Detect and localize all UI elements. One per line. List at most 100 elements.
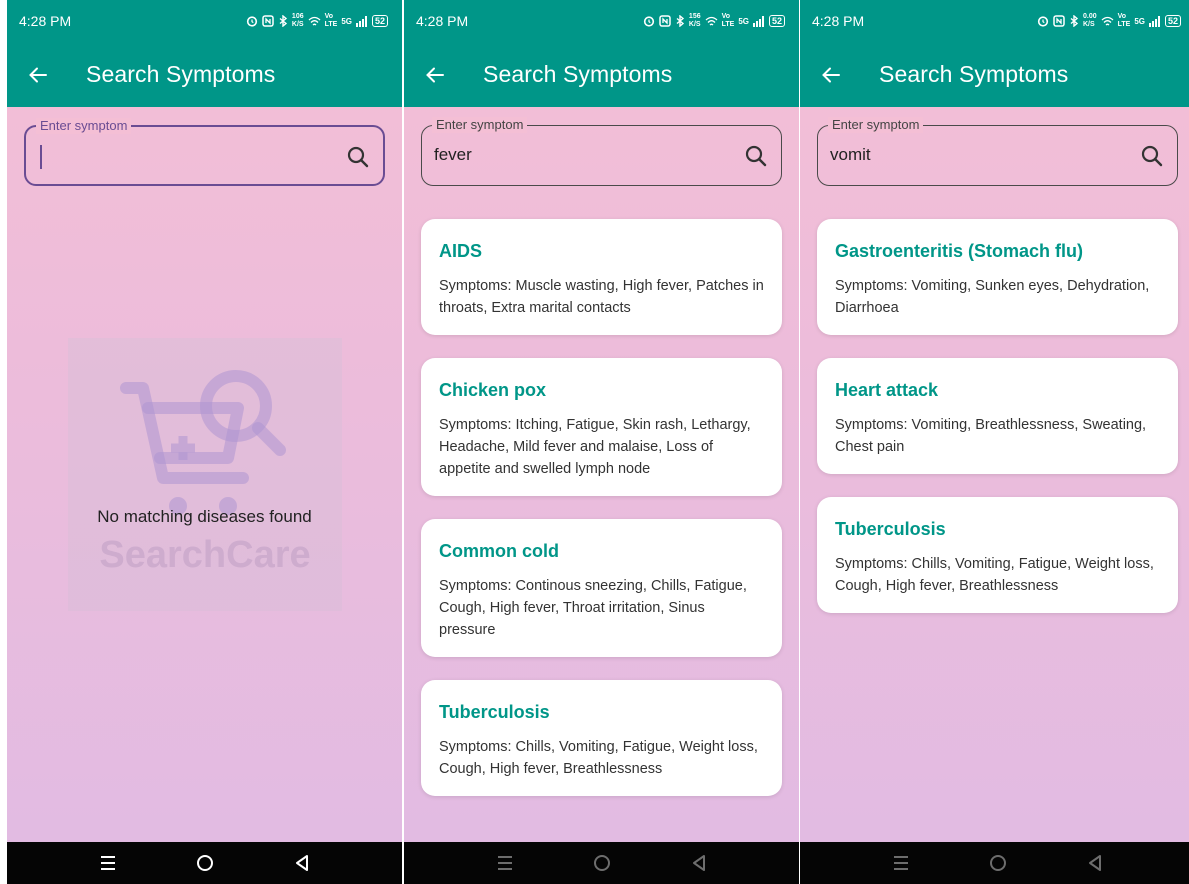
alarm-icon: [1037, 16, 1049, 27]
search-field-label: Enter symptom: [432, 117, 528, 133]
menu-icon: [893, 856, 908, 870]
disease-card[interactable]: Common cold Symptoms: Continous sneezing…: [421, 519, 782, 657]
app-bar: Search Symptoms: [7, 42, 402, 107]
nav-home-button[interactable]: [582, 843, 622, 883]
status-time: 4:28 PM: [812, 13, 865, 29]
volte-bottom: LTE: [721, 21, 735, 28]
signal-bars-icon: [355, 15, 367, 27]
app-bar: Search Symptoms: [800, 42, 1189, 107]
menu-icon: [100, 856, 115, 870]
system-nav-bar: [7, 842, 402, 884]
network-speed-value: 106: [291, 13, 304, 20]
status-time: 4:28 PM: [19, 13, 72, 29]
disease-card[interactable]: Tuberculosis Symptoms: Chills, Vomiting,…: [817, 497, 1178, 613]
disease-card[interactable]: Tuberculosis Symptoms: Chills, Vomiting,…: [421, 680, 782, 796]
back-button[interactable]: [800, 42, 862, 107]
symptom-search-input[interactable]: [434, 140, 724, 170]
network-speed-value: 0.00: [1082, 13, 1097, 20]
nfc-icon: [1053, 15, 1065, 27]
back-button[interactable]: [404, 42, 466, 107]
disease-symptoms: Symptoms: Chills, Vomiting, Fatigue, Wei…: [439, 739, 758, 777]
signal-type: 5G: [341, 16, 352, 26]
bluetooth-icon: [279, 15, 288, 27]
disease-name: AIDS: [439, 241, 483, 261]
phone-screen-fever-results: 4:28 PM 156 K/S Vo LTE 5G 52 Search Sympto…: [404, 0, 799, 884]
search-field-label: Enter symptom: [36, 118, 132, 134]
disease-card[interactable]: AIDS Symptoms: Muscle wasting, High feve…: [421, 219, 782, 335]
disease-name: Chicken pox: [439, 380, 547, 400]
disease-symptoms: Symptoms: Vomiting, Breathlessness, Swea…: [835, 417, 1147, 455]
battery-icon: 52: [371, 15, 388, 27]
disease-symptoms: Symptoms: Vomiting, Sunken eyes, Dehydra…: [835, 278, 1150, 316]
disease-card[interactable]: Chicken pox Symptoms: Itching, Fatigue, …: [421, 358, 782, 496]
network-speed: 0.00 K/S: [1083, 13, 1097, 29]
back-triangle-icon: [1088, 855, 1101, 871]
search-icon[interactable]: [345, 144, 371, 170]
network-speed-unit: K/S: [1082, 21, 1095, 28]
nav-home-button[interactable]: [978, 843, 1018, 883]
disease-symptoms: Symptoms: Continous sneezing, Chills, Fa…: [439, 578, 747, 638]
app-logo-watermark: SearchCare: [68, 338, 342, 611]
symptom-search-field[interactable]: Enter symptom: [24, 118, 385, 186]
alarm-icon: [643, 16, 655, 27]
phone-screen-vomit-results: 4:28 PM 0.00 K/S Vo LTE 5G 52 Search Sympt…: [800, 0, 1189, 884]
disease-card[interactable]: Heart attack Symptoms: Vomiting, Breathl…: [817, 358, 1178, 474]
network-speed: 156 K/S: [689, 13, 701, 29]
nav-back-button[interactable]: [1075, 843, 1115, 883]
home-circle-icon: [196, 855, 213, 871]
home-circle-icon: [989, 855, 1006, 871]
arrow-left-icon: [29, 67, 47, 82]
disease-card[interactable]: Gastroenteritis (Stomach flu) Symptoms: …: [817, 219, 1178, 335]
symptom-search-field[interactable]: Enter symptom: [817, 117, 1178, 186]
home-circle-icon: [593, 855, 610, 871]
battery-icon: 52: [1164, 15, 1181, 27]
disease-symptoms: Symptoms: Itching, Fatigue, Skin rash, L…: [439, 417, 751, 477]
page-title: Search Symptoms: [483, 61, 673, 87]
status-bar: 4:28 PM 0.00 K/S Vo LTE 5G 52: [800, 0, 1189, 42]
volte-indicator: Vo LTE: [722, 13, 735, 29]
status-icons: 106 K/S Vo LTE 5G 52: [246, 13, 388, 29]
search-icon[interactable]: [1139, 143, 1165, 169]
search-icon[interactable]: [743, 143, 769, 169]
bluetooth-icon: [676, 15, 685, 27]
search-field-label: Enter symptom: [828, 117, 924, 133]
nav-menu-button[interactable]: [485, 843, 525, 883]
system-nav-bar: [404, 842, 799, 884]
network-speed-unit: K/S: [688, 21, 701, 28]
symptom-search-field[interactable]: Enter symptom: [421, 117, 782, 186]
disease-name: Gastroenteritis (Stomach flu): [835, 241, 1084, 261]
system-nav-bar: [800, 842, 1189, 884]
symptom-search-input[interactable]: [38, 141, 328, 171]
status-bar: 4:28 PM 156 K/S Vo LTE 5G 52: [404, 0, 799, 42]
signal-bars-icon: [752, 15, 764, 27]
nav-home-button[interactable]: [185, 843, 225, 883]
nav-menu-button[interactable]: [881, 843, 921, 883]
symptom-search-input[interactable]: [830, 140, 1120, 170]
volte-bottom: LTE: [324, 21, 338, 28]
status-icons: 156 K/S Vo LTE 5G 52: [643, 13, 785, 29]
watermark-text: SearchCare: [99, 534, 311, 576]
arrow-left-icon: [426, 67, 444, 82]
volte-top: Vo: [1117, 13, 1127, 20]
nfc-icon: [659, 15, 671, 27]
nav-back-button[interactable]: [282, 843, 322, 883]
wifi-icon: [308, 16, 321, 25]
network-speed-value: 156: [688, 13, 701, 20]
network-speed-unit: K/S: [291, 21, 304, 28]
status-time: 4:28 PM: [416, 13, 469, 29]
app-bar: Search Symptoms: [404, 42, 799, 107]
disease-name: Heart attack: [835, 380, 939, 400]
disease-name: Tuberculosis: [835, 519, 946, 539]
nav-back-button[interactable]: [679, 843, 719, 883]
page-title: Search Symptoms: [86, 61, 276, 87]
disease-name: Common cold: [439, 541, 559, 561]
signal-type: 5G: [738, 16, 749, 26]
disease-name: Tuberculosis: [439, 702, 550, 722]
alarm-icon: [246, 16, 258, 27]
back-button[interactable]: [7, 42, 69, 107]
volte-top: Vo: [324, 13, 334, 20]
status-bar: 4:28 PM 106 K/S Vo LTE 5G 52: [7, 0, 402, 42]
volte-top: Vo: [721, 13, 731, 20]
volte-indicator: Vo LTE: [1118, 13, 1131, 29]
nav-menu-button[interactable]: [88, 843, 128, 883]
